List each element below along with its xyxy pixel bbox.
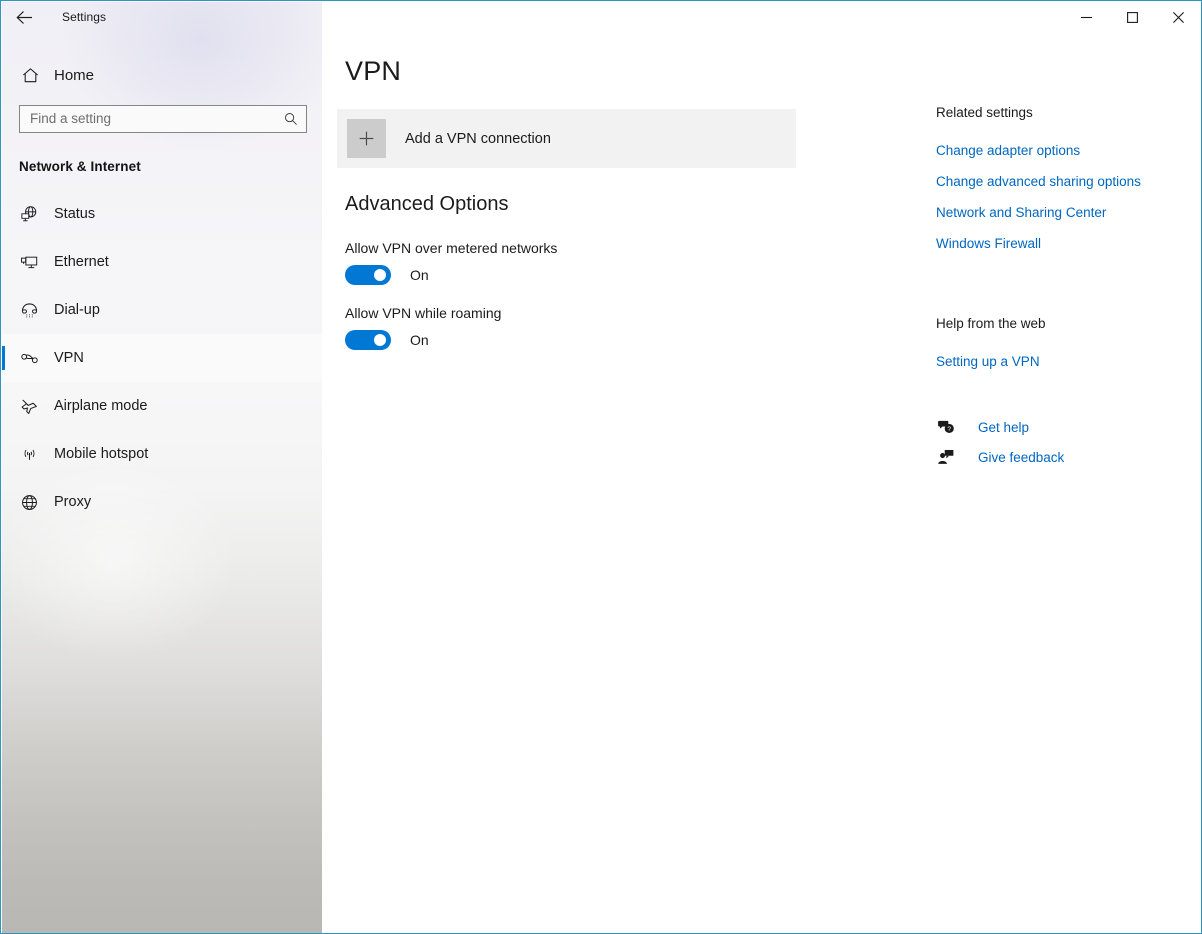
help-from-the-web-heading: Help from the web [936,316,1046,331]
setting-label: Allow VPN while roaming [345,305,502,321]
sidebar-item-mobile-hotspot[interactable]: Mobile hotspot [2,430,322,478]
sidebar-item-ethernet[interactable]: Ethernet [2,238,322,286]
airplane-icon [19,396,39,416]
settings-window: Settings Home Find a setting Network & I… [0,0,1202,934]
maximize-button[interactable] [1109,1,1155,33]
support-links: ? Get help Give feedback [936,412,1064,472]
globe-monitor-icon [19,204,39,224]
link-change-advanced-sharing-options[interactable]: Change advanced sharing options [936,174,1141,189]
sidebar-item-home[interactable]: Home [2,58,322,92]
ethernet-monitor-icon [19,252,39,272]
sidebar-item-proxy-label: Proxy [54,494,92,510]
toggle-state-label: On [410,267,429,283]
search-icon[interactable] [284,112,298,126]
sidebar-item-home-label: Home [54,66,95,84]
globe-icon [19,492,39,512]
advanced-options-heading: Advanced Options [345,193,509,215]
telephone-icon [19,300,39,320]
setting-allow-vpn-over-metered-networks: Allow VPN over metered networks On [345,240,557,285]
link-change-adapter-options[interactable]: Change adapter options [936,143,1141,158]
sidebar: Home Network & Internet [2,2,322,933]
sidebar-nav-list: Status Ethernet Dial-up VPN Airplane mod… [2,190,322,526]
give-feedback-button[interactable]: Give feedback [936,442,1064,472]
toggle-knob [374,269,386,281]
get-help-label: Get help [978,419,1030,435]
toggle-knob [374,334,386,346]
home-icon [19,64,41,86]
add-vpn-connection-label: Add a VPN connection [405,130,551,147]
plus-icon [347,119,386,158]
vpn-key-icon [19,348,39,368]
sidebar-item-dial-up-label: Dial-up [54,302,100,318]
sidebar-category-title: Network & Internet [19,159,141,174]
app-title: Settings [62,10,107,24]
svg-text:?: ? [947,426,951,433]
sidebar-item-vpn-label: VPN [54,350,84,366]
sidebar-item-vpn[interactable]: VPN [2,334,322,382]
related-settings-heading: Related settings [936,105,1033,120]
page-title: VPN [345,56,402,86]
toggle-row: On [345,330,501,350]
toggle-state-label: On [410,332,429,348]
allow-vpn-over-metered-networks-toggle[interactable] [345,265,391,285]
caption-buttons [1063,1,1201,33]
minimize-icon [1080,16,1092,18]
related-settings-links: Change adapter options Change advanced s… [936,127,1141,251]
question-bubble-icon: ? [936,417,956,437]
close-button[interactable] [1155,1,1201,33]
link-network-and-sharing-center[interactable]: Network and Sharing Center [936,205,1141,220]
help-from-the-web-links: Setting up a VPN [936,338,1040,369]
sidebar-item-status-label: Status [54,206,96,222]
get-help-button[interactable]: ? Get help [936,412,1064,442]
search-box[interactable] [19,105,307,133]
sidebar-item-ethernet-label: Ethernet [54,254,109,270]
minimize-button[interactable] [1063,1,1109,33]
setting-label: Allow VPN over metered networks [345,240,558,256]
sidebar-item-proxy[interactable]: Proxy [2,478,322,526]
title-bar: Settings [1,1,1201,33]
close-icon [1172,11,1184,23]
sidebar-item-status[interactable]: Status [2,190,322,238]
sidebar-item-mobile-hotspot-label: Mobile hotspot [54,446,149,462]
allow-vpn-while-roaming-toggle[interactable] [345,330,391,350]
back-button[interactable] [1,1,47,33]
link-setting-up-a-vpn[interactable]: Setting up a VPN [936,354,1040,369]
setting-allow-vpn-while-roaming: Allow VPN while roaming On [345,305,501,350]
add-vpn-connection-button[interactable]: Add a VPN connection [337,109,796,168]
toggle-row: On [345,265,557,285]
hotspot-broadcast-icon [19,444,39,464]
maximize-icon [1126,11,1138,23]
feedback-person-icon [936,447,956,467]
sidebar-item-dial-up[interactable]: Dial-up [2,286,322,334]
search-input[interactable] [20,106,306,132]
sidebar-item-airplane-mode[interactable]: Airplane mode [2,382,322,430]
give-feedback-label: Give feedback [978,449,1065,465]
back-arrow-icon [15,10,32,24]
link-windows-firewall[interactable]: Windows Firewall [936,236,1141,251]
sidebar-item-airplane-mode-label: Airplane mode [54,398,148,414]
